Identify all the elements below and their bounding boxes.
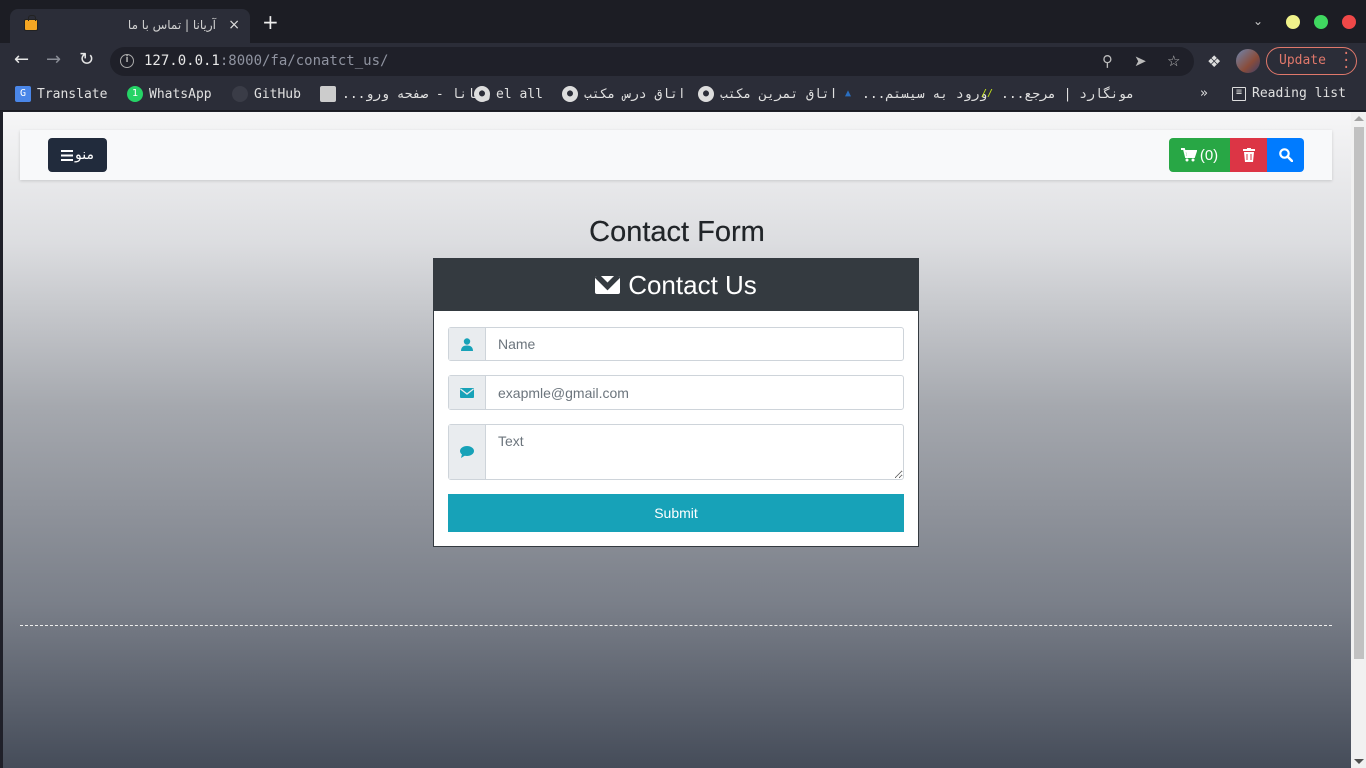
bookmark-mongard[interactable]: // مونگارد | مرجع... (979, 86, 1134, 102)
browser-toolbar: ← → ↻ i 127.0.0.1:8000/fa/conatct_us/ ⚲ … (0, 43, 1366, 79)
url-text[interactable]: 127.0.0.1:8000/fa/conatct_us/ (144, 53, 388, 69)
star-icon[interactable]: ☆ (1167, 52, 1180, 70)
dashed-divider (20, 625, 1332, 626)
page-icon (320, 86, 336, 102)
bookmark-login[interactable]: ▲ ورود به سیستم... (840, 86, 987, 102)
menu-lines-icon (61, 149, 74, 161)
bookmark-label: مونگارد | مرجع... (1001, 86, 1135, 102)
bookmark-label: GitHub (254, 86, 301, 102)
bookmark-label: ورود به سیستم... (862, 86, 988, 102)
reload-button[interactable]: ↻ (79, 51, 94, 69)
card-title: Contact Us (628, 269, 757, 300)
bookmark-translate[interactable]: G Translate (15, 86, 107, 102)
bookmark-label: اتاق درس مکتب (584, 86, 686, 102)
tab-close-icon[interactable]: × (228, 17, 240, 33)
name-input[interactable] (486, 328, 903, 360)
close-window-button[interactable] (1342, 15, 1356, 29)
bookmarks-overflow-button[interactable]: » (1200, 86, 1208, 101)
user-circle-icon: ● (698, 86, 714, 102)
envelope-small-icon (449, 376, 486, 409)
whatsapp-icon: 1 (127, 86, 143, 102)
scroll-down-arrow-icon[interactable] (1354, 759, 1364, 764)
shopping-bag-icon (24, 15, 38, 31)
bookmark-label: el all (496, 86, 543, 102)
menu-button[interactable]: منو (48, 138, 107, 172)
trash-icon (1242, 148, 1255, 162)
envelope-icon (595, 276, 621, 294)
submit-button[interactable]: Submit (448, 494, 904, 532)
google-translate-icon: G (15, 86, 31, 102)
extensions-puzzle-icon[interactable]: ❖ (1207, 52, 1221, 71)
minimize-button[interactable] (1286, 15, 1300, 29)
bookmark-practice-room[interactable]: ● اتاق تمرین مکتب (698, 86, 837, 102)
browser-title-bar: آریانا | تماس با ما × + ⌄ (0, 0, 1366, 43)
bookmark-label: ویانا - صفحه ورو... (342, 86, 491, 102)
github-icon (232, 86, 248, 102)
user-icon (449, 328, 486, 360)
site-info-icon[interactable]: i (120, 54, 134, 68)
bookmark-viana[interactable]: ویانا - صفحه ورو... (320, 86, 491, 102)
zoom-icon[interactable]: ⚲ (1102, 52, 1113, 70)
comment-icon (449, 425, 486, 479)
site-navbar: منو (0) (20, 130, 1332, 180)
tab-title: آریانا | تماس با ما (127, 18, 216, 32)
search-button[interactable] (1267, 138, 1304, 172)
cart-count: (0) (1199, 146, 1219, 164)
cart-icon (1180, 148, 1197, 162)
message-field-group (448, 424, 904, 480)
browser-tab[interactable]: آریانا | تماس با ما × (10, 9, 250, 43)
address-bar[interactable]: i 127.0.0.1:8000/fa/conatct_us/ ⚲ ➤ ☆ (110, 47, 1194, 76)
contact-card: Contact Us Submit (433, 258, 919, 547)
name-field-group (448, 327, 904, 361)
cart-button[interactable]: (0) (1169, 138, 1230, 172)
card-header: Contact Us (434, 259, 918, 311)
url-host: 127.0.0.1 (144, 53, 220, 69)
email-field-group (448, 375, 904, 410)
bookmark-whatsapp[interactable]: 1 WhatsApp (127, 86, 212, 102)
page-viewport: منو (0) Contact Form Contact Us Name exa… (3, 112, 1351, 768)
action-button-group: (0) (1169, 138, 1304, 172)
delete-button[interactable] (1230, 138, 1267, 172)
bookmark-el-all[interactable]: ● el all (474, 86, 543, 102)
user-circle-icon: ● (562, 86, 578, 102)
reading-list-label: Reading list (1252, 86, 1346, 101)
menu-label: منو (75, 147, 94, 163)
page-title: Contact Form (589, 216, 765, 248)
bookmark-github[interactable]: GitHub (232, 86, 301, 102)
message-textarea[interactable] (486, 425, 903, 479)
scroll-up-arrow-icon[interactable] (1354, 116, 1364, 121)
bookmark-class-room[interactable]: ● اتاق درس مکتب (562, 86, 686, 102)
update-button[interactable]: Update · · · (1266, 47, 1357, 75)
bookmarks-bar: G Translate 1 WhatsApp GitHub ویانا - صفحه… (0, 79, 1366, 111)
logo-icon: ▲ (844, 88, 852, 99)
bookmark-label: Translate (37, 86, 108, 102)
url-path: :8000/fa/conatct_us/ (219, 53, 389, 69)
scrollbar-thumb[interactable] (1354, 127, 1364, 659)
new-tab-button[interactable]: + (262, 12, 279, 32)
stripes-icon: // (980, 88, 994, 99)
update-label: Update (1279, 53, 1326, 68)
bookmark-label: WhatsApp (149, 86, 212, 102)
reading-list-icon: ≡ (1232, 86, 1246, 101)
vertical-scrollbar[interactable] (1351, 112, 1366, 768)
reading-list-button[interactable]: ≡ Reading list (1232, 86, 1346, 101)
email-input[interactable] (486, 376, 903, 409)
back-button[interactable]: ← (14, 51, 29, 69)
search-icon (1278, 148, 1293, 162)
maximize-button[interactable] (1314, 15, 1328, 29)
forward-button[interactable]: → (46, 51, 61, 69)
chevrons-icon: » (1200, 86, 1208, 101)
user-circle-icon: ● (474, 86, 490, 102)
bookmark-label: اتاق تمرین مکتب (720, 86, 838, 102)
send-icon[interactable]: ➤ (1134, 52, 1147, 70)
kebab-menu-icon[interactable]: · · · (1342, 47, 1350, 75)
profile-avatar[interactable] (1236, 49, 1260, 73)
tab-search-chevron-icon[interactable]: ⌄ (1253, 14, 1263, 28)
